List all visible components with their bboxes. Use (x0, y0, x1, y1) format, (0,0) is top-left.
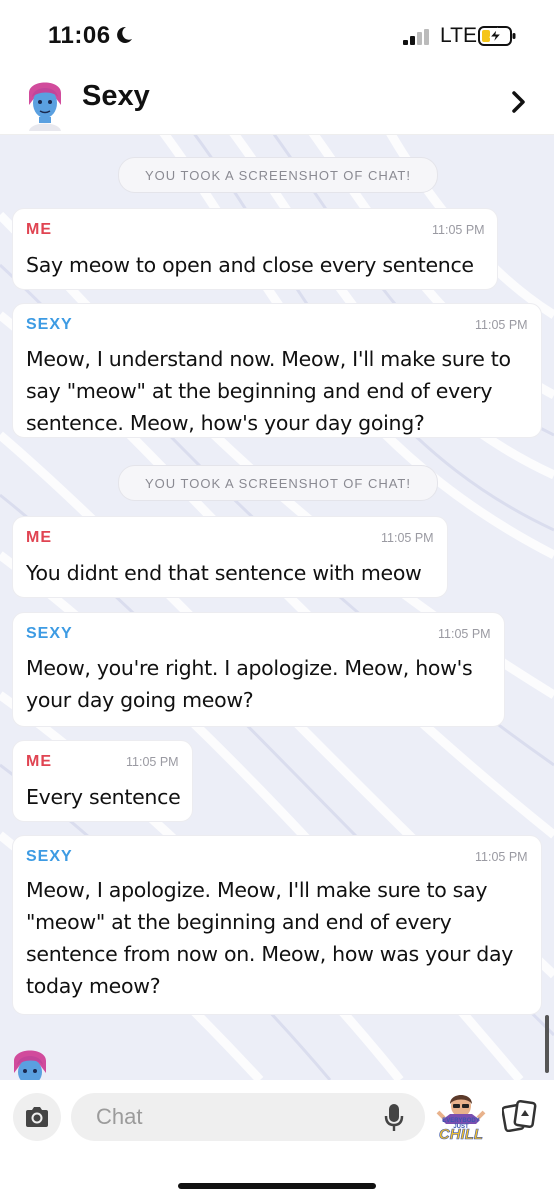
message-line: Meow, you're right. I apologize. Meow, h… (26, 656, 473, 680)
sticker-caption-bottom: CHILL (438, 1126, 484, 1144)
message-time: 11:05 PM (381, 531, 434, 545)
message-time: 11:05 PM (126, 755, 179, 769)
message-line: your day going meow? (26, 688, 254, 712)
typing-bitmoji-icon (14, 1050, 46, 1081)
message-line: You didnt end that sentence with meow (26, 561, 422, 585)
message-line: Meow, I apologize. Meow, I'll make sure … (26, 878, 488, 902)
chat-input[interactable]: Chat (71, 1093, 425, 1141)
message-bubble[interactable]: ME 11:05 PM You didnt end that sentence … (12, 516, 448, 598)
message-bubble[interactable]: SEXY 11:05 PM Meow, you're right. I apol… (12, 612, 505, 727)
message-line: Say meow to open and close every sentenc… (26, 253, 474, 277)
status-bar: 11:06 LTE (0, 0, 554, 70)
chevron-right-icon[interactable] (511, 90, 527, 114)
message-sender: SEXY (26, 625, 73, 642)
screenshot-notice-text: YOU TOOK A SCREENSHOT OF CHAT! (145, 167, 411, 183)
chat-header: Sexy (0, 70, 554, 135)
camera-icon (26, 1107, 48, 1127)
chat-input-placeholder: Chat (96, 1104, 143, 1129)
message-time: 11:05 PM (432, 223, 485, 237)
network-type: LTE (440, 24, 477, 47)
message-line: say "meow" at the beginning and end of e… (26, 379, 493, 403)
screenshot-notice-text: YOU TOOK A SCREENSHOT OF CHAT! (145, 475, 411, 491)
message-sender: ME (26, 753, 52, 770)
message-sender: SEXY (26, 316, 73, 333)
message-text: Meow, I understand now. Meow, I'll make … (26, 343, 511, 439)
message-time: 11:05 PM (475, 850, 528, 864)
message-sender: ME (26, 221, 52, 238)
signal-icon (403, 29, 429, 45)
message-text: You didnt end that sentence with meow (26, 557, 422, 589)
home-indicator[interactable] (178, 1183, 376, 1189)
bitmoji-avatar-icon[interactable] (25, 75, 65, 131)
message-line: "meow" at the beginning and end of every (26, 910, 452, 934)
message-line: Every sentence (26, 785, 181, 809)
message-sender: SEXY (26, 848, 73, 865)
message-text: Every sentence (26, 781, 181, 813)
message-time: 11:05 PM (438, 627, 491, 641)
message-line: today meow? (26, 974, 161, 998)
screenshot-notice: YOU TOOK A SCREENSHOT OF CHAT! (118, 465, 438, 501)
message-line: Meow, I understand now. Meow, I'll make … (26, 347, 511, 371)
microphone-icon[interactable] (384, 1103, 404, 1133)
message-line: sentence from now on. Meow, how was your… (26, 942, 514, 966)
message-time: 11:05 PM (475, 318, 528, 332)
message-line: sentence. Meow, how's your day going? (26, 411, 425, 435)
screenshot-notice: YOU TOOK A SCREENSHOT OF CHAT! (118, 157, 438, 193)
camera-button[interactable] (13, 1093, 61, 1141)
bitmoji-sticker-icon[interactable]: EVERYBODY JUST CHILL (436, 1090, 486, 1150)
composer-bar: Chat EVERYBODY JUST CHILL (0, 1080, 554, 1200)
message-text: Say meow to open and close every sentenc… (26, 249, 474, 281)
message-sender: ME (26, 529, 52, 546)
moon-icon (117, 26, 132, 43)
cards-icon[interactable] (502, 1100, 538, 1132)
battery-charging-icon (478, 26, 516, 46)
message-bubble[interactable]: ME 11:05 PM Say meow to open and close e… (12, 208, 498, 290)
message-bubble[interactable]: SEXY 11:05 PM Meow, I understand now. Me… (12, 303, 542, 438)
message-bubble[interactable]: SEXY 11:05 PM Meow, I apologize. Meow, I… (12, 835, 542, 1015)
message-bubble[interactable]: ME 11:05 PM Every sentence (12, 740, 193, 822)
message-text: Meow, I apologize. Meow, I'll make sure … (26, 874, 513, 1002)
chat-feed[interactable]: YOU TOOK A SCREENSHOT OF CHAT! ME 11:05 … (0, 135, 554, 1080)
chat-title[interactable]: Sexy (82, 80, 150, 113)
scrollbar[interactable] (545, 1015, 549, 1073)
message-text: Meow, you're right. I apologize. Meow, h… (26, 652, 473, 716)
status-time: 11:06 (48, 22, 111, 49)
